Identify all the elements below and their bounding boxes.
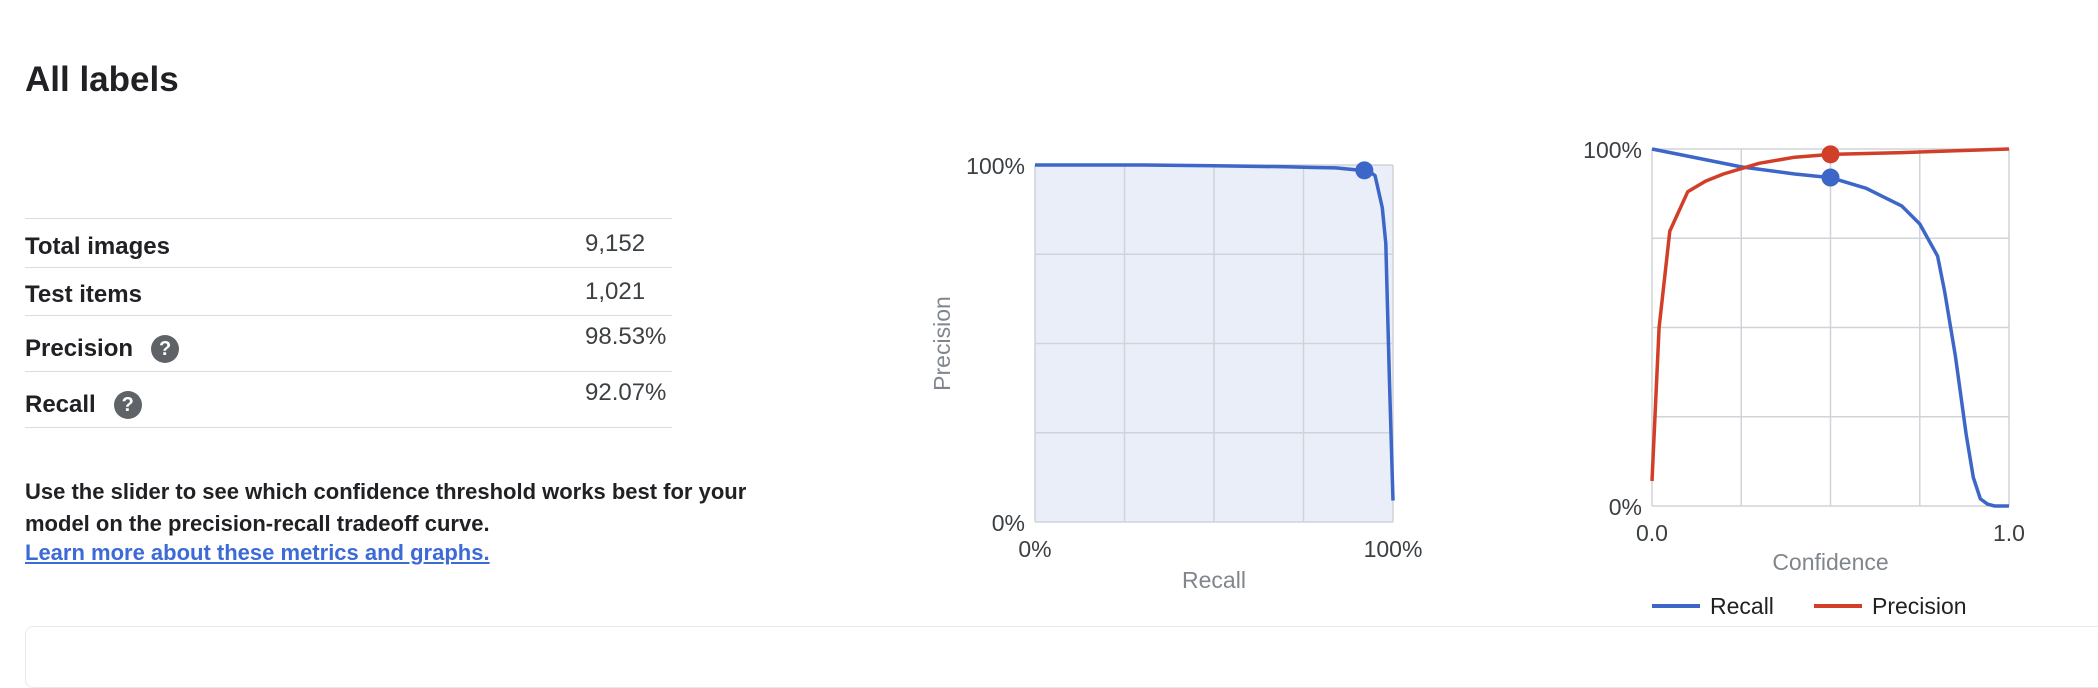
stat-row-precision: Precision ? 98.53% [25, 316, 672, 372]
x-axis-label: Confidence [1772, 549, 1888, 575]
stat-value: 1,021 [585, 278, 646, 305]
help-icon[interactable]: ? [151, 335, 180, 363]
x-tick-label: 0% [1018, 536, 1051, 562]
stats-table: Total images 9,152 Test items 1,021 Prec… [25, 218, 672, 428]
precision-recall-chart: 100% 0%0% 100% Recall Precision [929, 153, 1423, 593]
stat-label: Total images [25, 233, 170, 261]
help-icon[interactable]: ? [113, 391, 142, 419]
stat-row-total-images: Total images 9,152 [25, 219, 672, 268]
stat-label: Test items [25, 281, 142, 309]
stat-row-test-items: Test items 1,021 [25, 268, 672, 316]
stat-label-text: Recall [25, 391, 96, 418]
stat-value: 92.07% [585, 379, 667, 406]
x-tick-label: 1.0 [1993, 520, 2025, 546]
stat-label-text: Test items [25, 281, 142, 308]
y-tick-label: 0% [1609, 494, 1642, 520]
threshold-marker [1821, 168, 1840, 187]
stat-label: Precision ? [25, 335, 180, 363]
bottom-panel [25, 626, 2098, 688]
x-axis-label: Recall [1182, 567, 1246, 593]
y-tick-label: 100% [1583, 137, 1642, 163]
stat-label-text: Precision [25, 335, 134, 362]
stat-label: Recall ? [25, 391, 142, 419]
stat-label-text: Total images [25, 233, 170, 260]
threshold-marker [1355, 161, 1374, 180]
y-tick-label: 100% [966, 153, 1025, 179]
description-text: Use the slider to see which confidence t… [25, 479, 747, 536]
x-tick-label: 0.0 [1636, 520, 1668, 546]
y-tick-label: 0% [992, 510, 1025, 536]
threshold-marker [1821, 145, 1840, 164]
legend-label: Recall [1710, 593, 1774, 619]
confidence-chart: 100% 0%0.0 1.0 Confidence Recall Precision [1583, 137, 2025, 619]
y-axis-label: Precision [929, 296, 955, 391]
stat-value: 98.53% [585, 323, 667, 350]
x-tick-label: 100% [1364, 536, 1423, 562]
learn-more-link[interactable]: Learn more about these metrics and graph… [25, 540, 490, 566]
page-title: All labels [25, 60, 179, 99]
legend-label: Precision [1872, 593, 1967, 619]
stat-value: 9,152 [585, 230, 646, 257]
stat-row-recall: Recall ? 92.07% [25, 372, 672, 428]
